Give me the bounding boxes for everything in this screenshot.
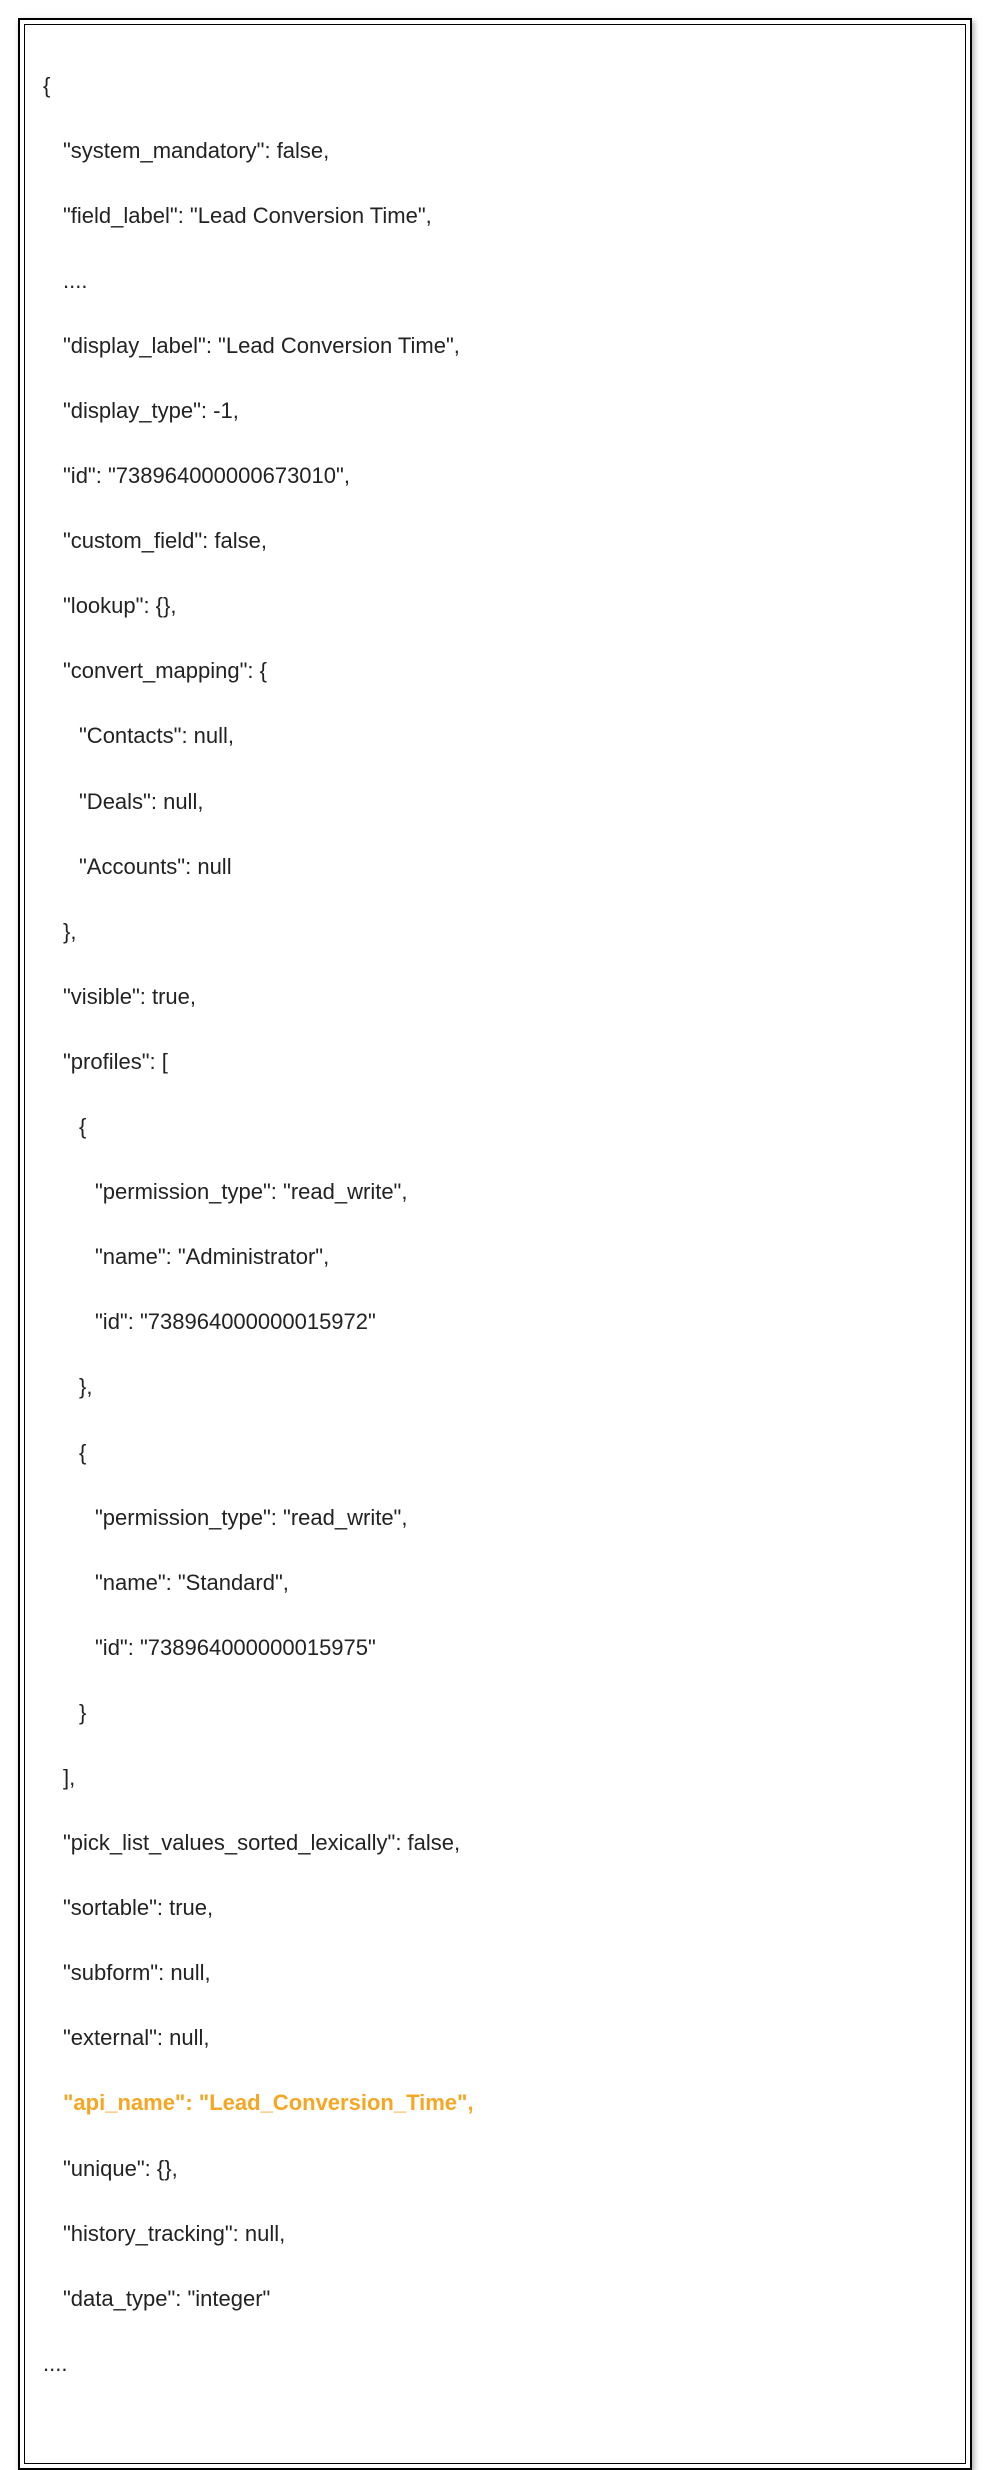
code-line: ], (43, 1762, 947, 1795)
code-line: "subform": null, (43, 1957, 947, 1990)
code-line: "display_label": "Lead Conversion Time", (43, 330, 947, 363)
code-line: }, (43, 1371, 947, 1404)
code-line: "visible": true, (43, 981, 947, 1014)
code-line: "custom_field": false, (43, 525, 947, 558)
code-line-ellipsis: .... (43, 2348, 947, 2381)
code-line: "name": "Standard", (43, 1567, 947, 1600)
code-line-ellipsis: .... (43, 265, 947, 298)
code-line: "lookup": {}, (43, 590, 947, 623)
code-line: "external": null, (43, 2022, 947, 2055)
code-block: { "system_mandatory": false, "field_labe… (43, 37, 947, 2445)
code-line: "history_tracking": null, (43, 2218, 947, 2251)
code-line: "data_type": "integer" (43, 2283, 947, 2316)
code-line: { (43, 70, 947, 103)
code-line: "permission_type": "read_write", (43, 1176, 947, 1209)
code-line: } (43, 1697, 947, 1730)
code-line: "sortable": true, (43, 1892, 947, 1925)
code-line: "unique": {}, (43, 2153, 947, 2186)
code-line: "field_label": "Lead Conversion Time", (43, 200, 947, 233)
code-line: { (43, 1111, 947, 1144)
code-frame-inner: { "system_mandatory": false, "field_labe… (24, 24, 966, 2464)
code-line: "id": "738964000000015972" (43, 1306, 947, 1339)
code-line: "profiles": [ (43, 1046, 947, 1079)
code-line: "Deals": null, (43, 786, 947, 819)
code-line: "system_mandatory": false, (43, 135, 947, 168)
code-line: "id": "738964000000015975" (43, 1632, 947, 1665)
code-line: "name": "Administrator", (43, 1241, 947, 1274)
code-line: "permission_type": "read_write", (43, 1502, 947, 1535)
code-line: { (43, 1437, 947, 1470)
code-line-highlight: "api_name": "Lead_Conversion_Time", (43, 2087, 947, 2120)
code-line: "id": "738964000000673010", (43, 460, 947, 493)
code-line: "convert_mapping": { (43, 655, 947, 688)
code-frame-outer: { "system_mandatory": false, "field_labe… (18, 18, 972, 2470)
code-line: "display_type": -1, (43, 395, 947, 428)
code-line: }, (43, 916, 947, 949)
code-line: "pick_list_values_sorted_lexically": fal… (43, 1827, 947, 1860)
code-line: "Accounts": null (43, 851, 947, 884)
code-line: "Contacts": null, (43, 720, 947, 753)
